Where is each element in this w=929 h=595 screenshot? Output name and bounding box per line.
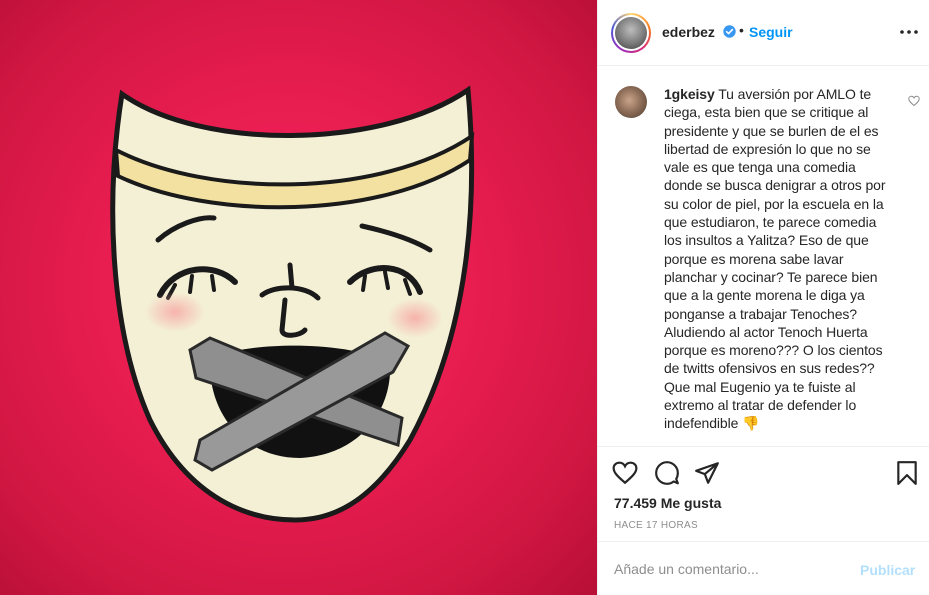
more-options-icon[interactable] [898,22,920,42]
comment-bubble-icon[interactable] [654,460,680,486]
verified-badge-icon [723,25,736,38]
bookmark-icon[interactable] [894,460,920,486]
publish-button[interactable]: Publicar [860,562,915,578]
add-comment-bar: Publicar [598,541,929,595]
heart-outline-icon[interactable] [908,95,920,107]
paper-plane-icon[interactable] [694,460,720,486]
author-avatar[interactable] [611,13,651,53]
post-image[interactable] [0,0,597,595]
post-side-panel: ederbez • Seguir 1gkeisy Tu aversión por… [597,0,929,595]
thumbs-down-emoji: 👎 [742,415,760,432]
comments-list[interactable]: 1gkeisy Tu aversión por AMLO te ciega, e… [598,66,929,446]
commenter-username[interactable]: 1gkeisy [664,86,715,102]
likes-count[interactable]: 77.459 Me gusta [614,495,721,511]
separator-dot: • [739,22,744,38]
commenter-avatar[interactable] [615,86,647,118]
author-username[interactable]: ederbez [662,24,715,40]
comment-body: Tu aversión por AMLO te ciega, esta bien… [664,86,886,432]
comment: 1gkeisy Tu aversión por AMLO te ciega, e… [664,85,896,433]
theater-mask-taped-icon [110,85,475,523]
heart-icon[interactable] [612,460,638,486]
comment-input[interactable] [614,561,844,577]
post-timestamp[interactable]: HACE 17 HORAS [614,520,698,531]
follow-button[interactable]: Seguir [749,24,793,40]
post-header: ederbez • Seguir [598,0,929,66]
post-actions [598,447,929,497]
